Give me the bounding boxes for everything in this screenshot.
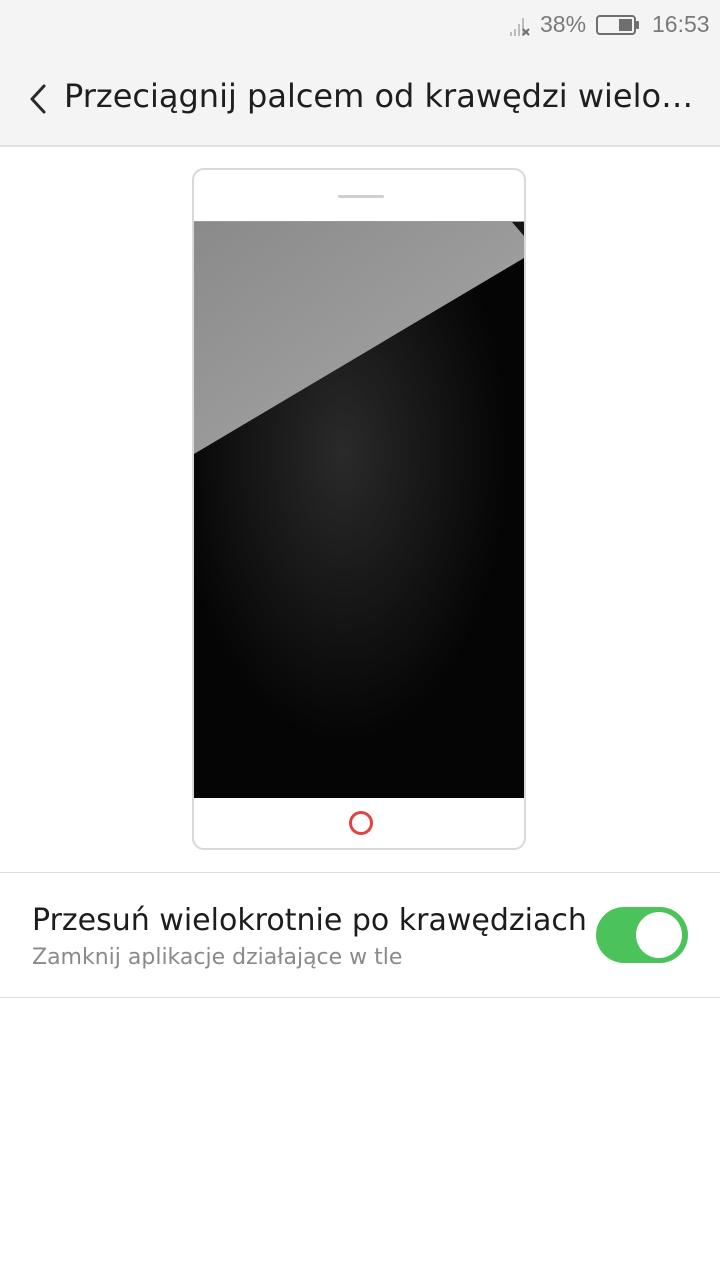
clock: 16:53 — [652, 11, 710, 37]
divider — [0, 997, 720, 998]
setting-subtitle: Zamknij aplikacje działające w tle — [32, 945, 403, 970]
multi-swipe-toggle[interactable] — [596, 907, 688, 963]
gesture-preview-screen — [194, 221, 524, 798]
signal-off-icon — [510, 18, 530, 36]
gesture-animation-frame — [194, 222, 524, 798]
status-bar: 38% 16:53 — [0, 0, 720, 52]
home-ring-icon — [349, 811, 373, 835]
setting-title: Przesuń wielokrotnie po krawędziach — [32, 903, 587, 938]
chevron-left-icon[interactable] — [24, 82, 54, 116]
app-header: Przeciągnij palcem od krawędzi wielokrot… — [0, 52, 720, 147]
battery-icon — [596, 15, 639, 35]
gesture-preview-phone — [192, 168, 526, 850]
earpiece — [338, 195, 384, 198]
toggle-knob — [636, 912, 682, 958]
setting-row-multi-swipe[interactable]: Przesuń wielokrotnie po krawędziach Zamk… — [0, 873, 720, 997]
battery-percent: 38% — [540, 11, 587, 37]
page-title: Przeciągnij palcem od krawędzi wielokrot… — [64, 77, 704, 115]
